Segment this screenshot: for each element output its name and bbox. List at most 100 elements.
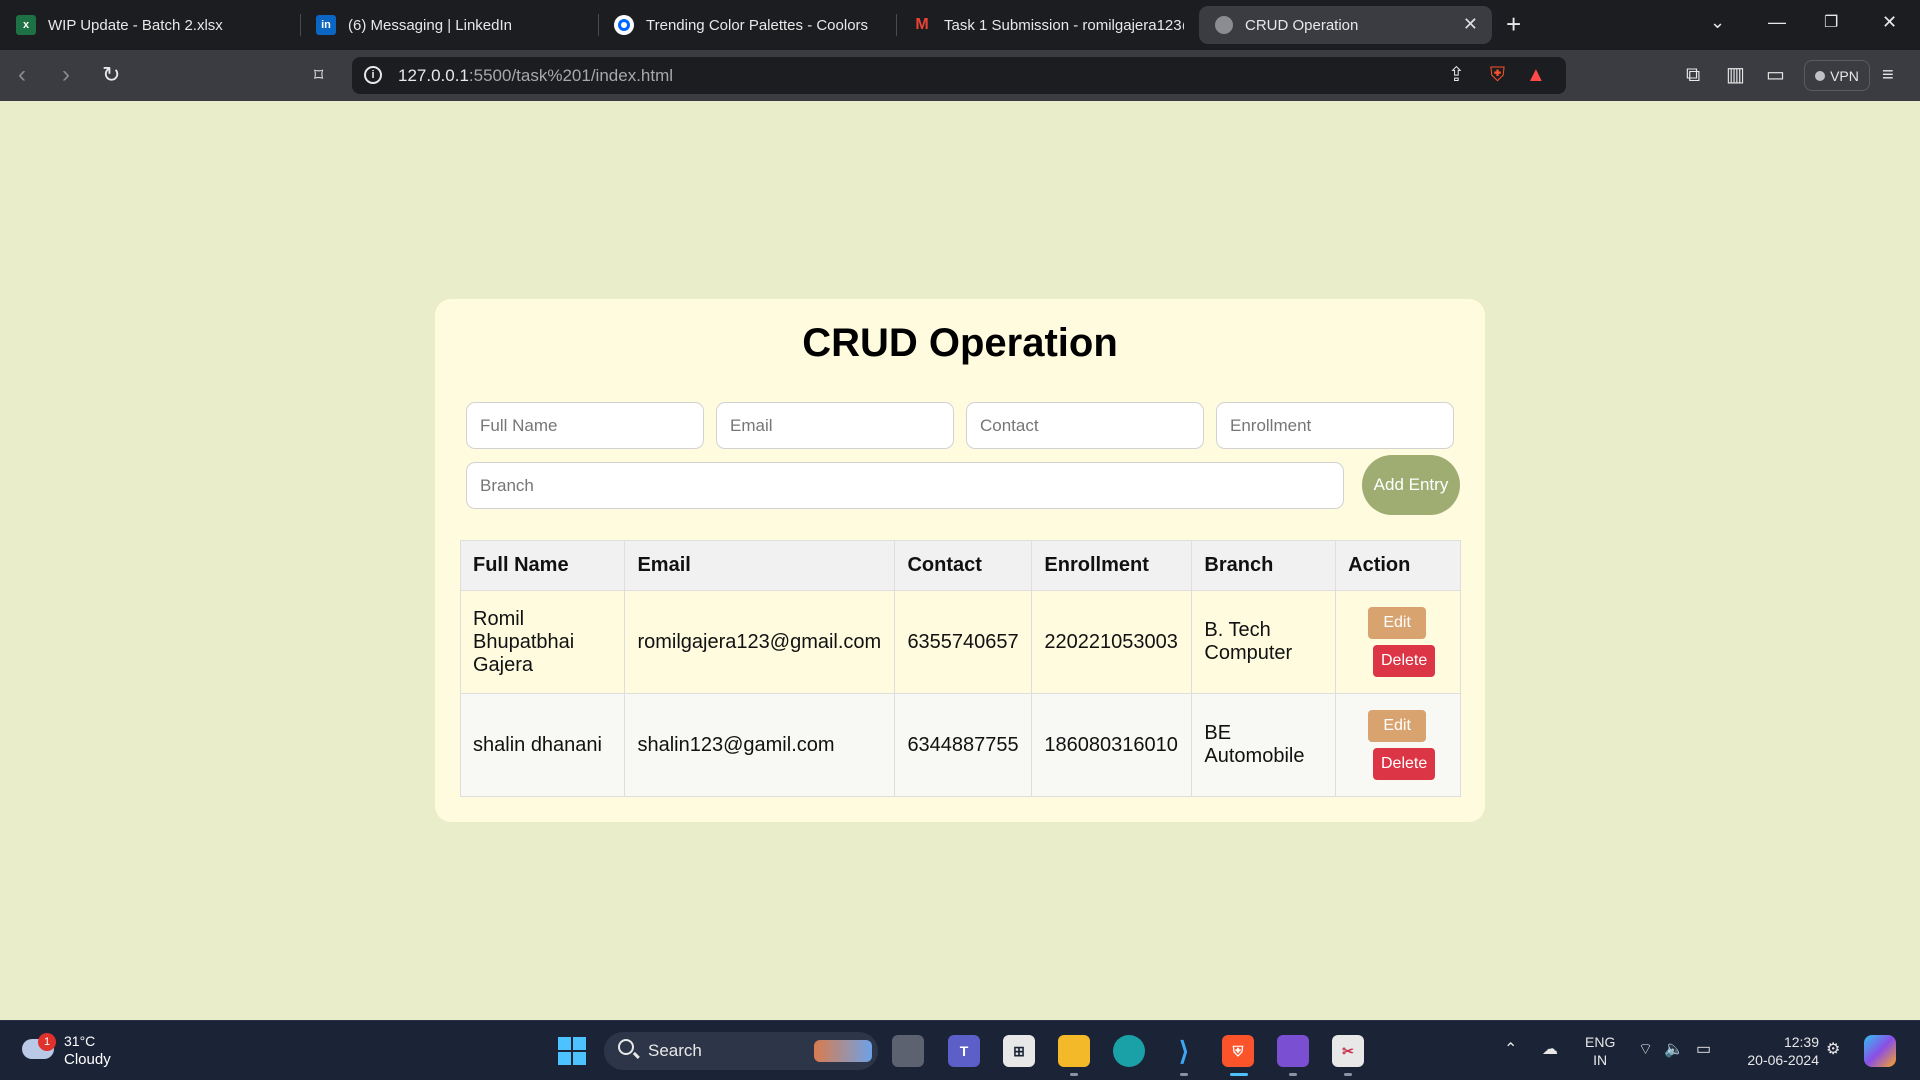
copilot-icon[interactable] [1864, 1035, 1896, 1067]
cell-branch: BE Automobile [1191, 693, 1337, 797]
url-host: 127.0.0.1 [398, 66, 469, 85]
battery-icon[interactable]: ▭ [1696, 1039, 1711, 1059]
minimize-button[interactable]: — [1768, 12, 1786, 33]
crud-card: CRUD Operation Add Entry Full Name Email… [435, 299, 1485, 822]
running-indicator [1070, 1073, 1078, 1076]
cell-full-name: Romil Bhupatbhai Gajera [459, 590, 626, 694]
page-title: CRUD Operation [802, 321, 1118, 365]
search-icon [618, 1039, 634, 1055]
brave-rewards-icon[interactable]: ▲ [1526, 60, 1546, 90]
active-indicator [1230, 1073, 1248, 1076]
windows-start-icon[interactable] [558, 1037, 586, 1065]
url-text: 127.0.0.1:5500/task%201/index.html [398, 66, 673, 86]
language-indicator[interactable]: ENG IN [1585, 1033, 1615, 1069]
share-icon[interactable]: ⇪ [1448, 60, 1465, 90]
file-explorer-icon[interactable] [1058, 1035, 1090, 1067]
back-icon[interactable]: ‹ [18, 63, 26, 87]
add-entry-button[interactable]: Add Entry [1362, 455, 1460, 515]
url-field[interactable]: i 127.0.0.1:5500/task%201/index.html ⇪ ⛨… [352, 57, 1566, 94]
branch-input[interactable] [466, 462, 1344, 509]
weather-widget[interactable]: 1 31°C Cloudy [22, 1031, 182, 1071]
search-label: Search [648, 1041, 702, 1060]
clock-time: 12:39 [1783, 1034, 1819, 1050]
clock[interactable]: 12:39 20-06-2024 [1735, 1033, 1819, 1069]
cell-action: Edit Delete [1335, 590, 1461, 694]
weather-temperature: 31°C [64, 1033, 96, 1049]
sidebar-icon[interactable]: ▥ [1726, 60, 1745, 90]
close-tab-icon[interactable]: ✕ [1463, 14, 1478, 35]
search-highlight-icon [814, 1040, 872, 1062]
edge-icon[interactable] [1113, 1035, 1145, 1067]
cell-full-name: shalin dhanani [459, 693, 626, 797]
table-row: Romil Bhupatbhai Gajera romilgajera123@g… [459, 590, 1461, 694]
tab-title: Trending Color Palettes - Coolors [646, 16, 869, 34]
header-enrollment: Enrollment [1031, 540, 1193, 591]
weather-condition: Cloudy [64, 1051, 111, 1068]
browser-tab-bar: x WIP Update - Batch 2.xlsx in (6) Messa… [0, 0, 1920, 50]
browser-address-bar: ‹ › ↻ ⌑ i 127.0.0.1:5500/task%201/index.… [0, 50, 1920, 101]
menu-icon[interactable]: ≡ [1882, 60, 1894, 90]
tab-linkedin[interactable]: in (6) Messaging | LinkedIn [300, 6, 596, 44]
tab-crud-operation[interactable]: CRUD Operation ✕ [1199, 6, 1492, 44]
tab-gmail[interactable]: M Task 1 Submission - romilgajera123@ [896, 6, 1192, 44]
clock-date: 20-06-2024 [1747, 1052, 1819, 1068]
cell-contact: 6355740657 [894, 590, 1033, 694]
cell-enrollment: 220221053003 [1031, 590, 1193, 694]
coolors-icon [614, 15, 634, 35]
cell-enrollment: 186080316010 [1031, 693, 1193, 797]
new-tab-button[interactable]: + [1506, 10, 1521, 38]
snipping-tool-icon[interactable]: ✂ [1332, 1035, 1364, 1067]
show-hidden-icons-chevron-icon[interactable]: ⌃ [1504, 1039, 1517, 1059]
settings-gear-icon[interactable]: ⚙ [1826, 1039, 1840, 1059]
onedrive-icon[interactable]: ☁ [1542, 1039, 1558, 1059]
edit-button[interactable]: Edit [1368, 710, 1427, 742]
gmail-icon: M [915, 16, 929, 33]
language-code: ENG [1585, 1034, 1616, 1050]
edit-button[interactable]: Edit [1368, 607, 1427, 639]
tab-title: WIP Update - Batch 2.xlsx [48, 16, 223, 34]
enrollment-input[interactable] [1216, 402, 1454, 449]
table-row: shalin dhanani shalin123@gamil.com 63448… [459, 693, 1461, 797]
task-view-icon[interactable] [892, 1035, 924, 1067]
header-contact: Contact [894, 540, 1033, 591]
running-indicator [1289, 1073, 1297, 1076]
store-icon[interactable]: ⊞ [1003, 1035, 1035, 1067]
contact-input[interactable] [966, 402, 1204, 449]
globe-icon [1215, 16, 1233, 34]
tab-coolors[interactable]: Trending Color Palettes - Coolors [598, 6, 894, 44]
cell-branch: B. Tech Computer [1191, 590, 1337, 694]
full-name-input[interactable] [466, 402, 704, 449]
entries-table: Full Name Email Contact Enrollment Branc… [459, 540, 1461, 797]
tab-search-chevron-icon[interactable]: ⌄ [1710, 12, 1725, 33]
cell-email: shalin123@gamil.com [624, 693, 896, 797]
reload-icon[interactable]: ↻ [102, 63, 120, 87]
extensions-icon[interactable]: ⧉ [1686, 60, 1700, 90]
wifi-icon[interactable]: ⌔ [1638, 1039, 1653, 1059]
wallet-icon[interactable]: ▭ [1766, 60, 1785, 90]
brave-shields-icon[interactable]: ⛨ [1490, 60, 1505, 90]
close-window-button[interactable]: ✕ [1882, 12, 1897, 33]
tab-title: CRUD Operation [1245, 16, 1359, 34]
tab-title: Task 1 Submission - romilgajera123@ [944, 16, 1184, 34]
cell-contact: 6344887755 [894, 693, 1033, 797]
cell-email: romilgajera123@gmail.com [624, 590, 896, 694]
forward-icon[interactable]: › [62, 63, 70, 87]
email-input[interactable] [716, 402, 954, 449]
site-info-icon[interactable]: i [364, 66, 382, 84]
delete-button[interactable]: Delete [1373, 645, 1436, 677]
vpn-status-icon [1815, 70, 1826, 81]
bookmark-icon[interactable]: ⌑ [314, 63, 323, 87]
running-indicator [1180, 1073, 1188, 1076]
delete-button[interactable]: Delete [1373, 748, 1436, 780]
vpn-button[interactable]: VPN [1804, 60, 1870, 91]
volume-icon[interactable]: 🔈 [1664, 1039, 1684, 1059]
restore-button[interactable]: ❐ [1824, 12, 1838, 32]
tab-wip-update[interactable]: x WIP Update - Batch 2.xlsx [0, 6, 296, 44]
taskbar: 1 31°C Cloudy Search T ⊞ ⟩ ⛨ ✂ ⌃ ☁ ENG I… [0, 1020, 1920, 1080]
clipchamp-icon[interactable] [1277, 1035, 1309, 1067]
vscode-icon[interactable]: ⟩ [1168, 1035, 1200, 1067]
brave-icon[interactable]: ⛨ [1222, 1035, 1254, 1067]
region-code: IN [1593, 1052, 1608, 1068]
taskbar-search[interactable]: Search [604, 1032, 878, 1070]
teams-icon[interactable]: T [948, 1035, 980, 1067]
